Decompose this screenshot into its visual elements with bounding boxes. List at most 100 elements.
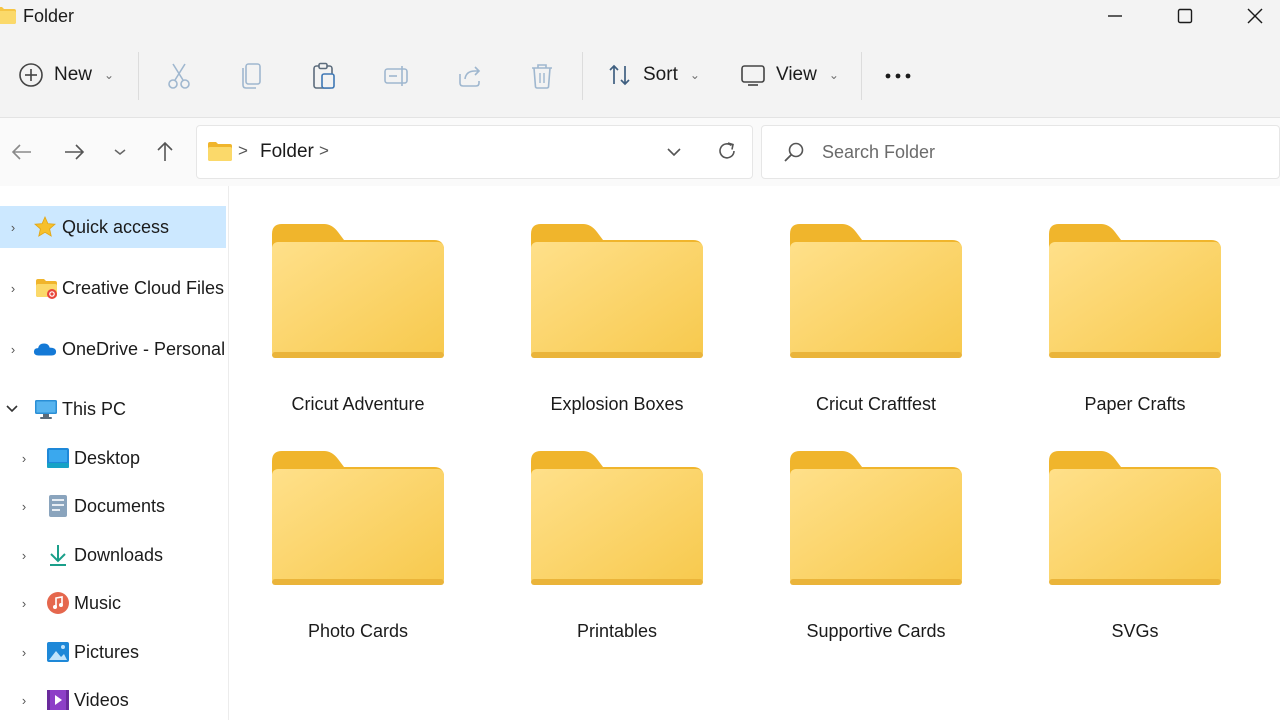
download-icon bbox=[50, 545, 66, 566]
star-icon bbox=[34, 216, 56, 237]
share-icon bbox=[459, 66, 481, 87]
collapse-chevron-icon[interactable] bbox=[5, 402, 19, 416]
folder-name: Printables bbox=[576, 621, 658, 641]
sidebar-item-quick-access[interactable]: › Quick access bbox=[0, 206, 226, 248]
folder-icon bbox=[0, 7, 16, 24]
minimize-button[interactable] bbox=[1080, 0, 1150, 32]
view-button[interactable]: View ⌄ bbox=[740, 32, 839, 118]
breadcrumb-separator[interactable]: > bbox=[319, 141, 329, 161]
creative-cloud-folder-icon bbox=[36, 279, 57, 299]
music-icon bbox=[47, 592, 69, 614]
sidebar-item-downloads[interactable]: › Downloads bbox=[0, 534, 226, 576]
paste-icon bbox=[313, 62, 335, 89]
folder-item[interactable]: Explosion Boxes bbox=[499, 224, 719, 424]
new-button[interactable]: New ⌄ bbox=[18, 32, 114, 118]
sidebar-item-pictures[interactable]: › Pictures bbox=[0, 631, 226, 673]
sidebar-item-videos[interactable]: › Videos bbox=[0, 679, 226, 720]
sidebar-item-label: OneDrive - Personal bbox=[62, 338, 226, 359]
expand-chevron-icon[interactable]: › bbox=[17, 596, 31, 611]
folder-grid: Cricut Adventure Explosion Boxes Cricut … bbox=[229, 186, 1280, 720]
close-button[interactable] bbox=[1220, 0, 1280, 32]
share-button[interactable] bbox=[456, 62, 484, 90]
search-icon bbox=[784, 142, 804, 162]
trash-icon bbox=[532, 64, 552, 89]
address-history-chevron-icon[interactable] bbox=[666, 146, 682, 158]
command-bar: New ⌄ Sort ⌄ View ⌄ bbox=[0, 32, 1280, 118]
folder-item[interactable]: Cricut Adventure bbox=[240, 224, 460, 424]
expand-chevron-icon[interactable]: › bbox=[6, 342, 20, 357]
folder-item[interactable]: Photo Cards bbox=[240, 451, 460, 651]
sidebar-item-onedrive-personal[interactable]: › OneDrive - Personal bbox=[0, 328, 226, 370]
sidebar-item-label: Pictures bbox=[74, 641, 140, 662]
minimize-icon bbox=[1108, 15, 1122, 17]
sidebar-item-music[interactable]: › Music bbox=[0, 582, 226, 624]
refresh-icon[interactable] bbox=[716, 140, 738, 162]
folder-icon bbox=[1049, 224, 1221, 358]
rename-button[interactable] bbox=[383, 62, 411, 90]
maximize-button[interactable] bbox=[1150, 0, 1220, 32]
desktop-icon bbox=[47, 448, 69, 468]
more-icon bbox=[885, 73, 911, 79]
sidebar-item-desktop[interactable]: › Desktop bbox=[0, 437, 226, 479]
expand-chevron-icon[interactable]: › bbox=[6, 281, 20, 296]
chevron-down-icon: ⌄ bbox=[828, 68, 839, 82]
sidebar-item-this-pc[interactable]: This PC bbox=[0, 388, 226, 430]
folder-name: Explosion Boxes bbox=[550, 394, 684, 414]
sort-button[interactable]: Sort ⌄ bbox=[607, 32, 700, 118]
sidebar-item-label: Documents bbox=[74, 495, 166, 516]
folder-name: Paper Crafts bbox=[1084, 394, 1186, 414]
view-label: View bbox=[776, 64, 817, 85]
sidebar-item-label: Creative Cloud Files bbox=[62, 277, 225, 298]
delete-button[interactable] bbox=[528, 62, 556, 90]
folder-item[interactable]: SVGs bbox=[1017, 451, 1237, 651]
sidebar-item-creative-cloud-files[interactable]: › Creative Cloud Files bbox=[0, 267, 226, 309]
maximize-icon bbox=[1177, 8, 1193, 24]
recent-locations-button[interactable] bbox=[106, 138, 134, 166]
folder-icon bbox=[790, 451, 962, 585]
folder-icon bbox=[1049, 451, 1221, 585]
window-title: Folder bbox=[23, 6, 75, 26]
expand-chevron-icon[interactable]: › bbox=[17, 499, 31, 514]
documents-icon bbox=[49, 495, 67, 517]
videos-icon bbox=[47, 690, 69, 710]
sidebar-item-documents[interactable]: › Documents bbox=[0, 485, 226, 527]
sidebar-item-label: Desktop bbox=[74, 447, 141, 468]
folder-item[interactable]: Printables bbox=[499, 451, 719, 651]
folder-item[interactable]: Supportive Cards bbox=[758, 451, 978, 651]
expand-chevron-icon[interactable]: › bbox=[17, 645, 31, 660]
folder-icon bbox=[531, 451, 703, 585]
chevron-down-icon: ⌄ bbox=[104, 68, 115, 82]
arrow-left-icon bbox=[11, 144, 31, 160]
forward-button[interactable] bbox=[60, 138, 88, 166]
folder-icon bbox=[790, 224, 962, 358]
copy-icon bbox=[242, 63, 261, 89]
view-icon bbox=[741, 65, 765, 86]
search-input[interactable] bbox=[822, 138, 1242, 166]
divider bbox=[138, 52, 139, 100]
title-bar: Folder bbox=[0, 0, 1280, 32]
breadcrumb-folder[interactable]: Folder bbox=[260, 141, 314, 163]
copy-button[interactable] bbox=[238, 62, 266, 90]
expand-chevron-icon[interactable]: › bbox=[17, 693, 31, 708]
back-button[interactable] bbox=[8, 138, 36, 166]
folder-icon bbox=[272, 451, 444, 585]
more-button[interactable] bbox=[884, 62, 912, 90]
expand-chevron-icon[interactable]: › bbox=[17, 548, 31, 563]
sidebar-item-label: Music bbox=[74, 592, 122, 613]
divider bbox=[582, 52, 583, 100]
pc-icon bbox=[35, 400, 57, 419]
folder-icon bbox=[531, 224, 703, 358]
folder-name: Photo Cards bbox=[307, 621, 409, 641]
up-button[interactable] bbox=[151, 138, 179, 166]
cut-button[interactable] bbox=[165, 62, 193, 90]
folder-item[interactable]: Cricut Craftfest bbox=[758, 224, 978, 424]
divider bbox=[861, 52, 862, 100]
pictures-icon bbox=[47, 642, 69, 662]
expand-chevron-icon[interactable]: › bbox=[6, 220, 20, 235]
chevron-down-icon: ⌄ bbox=[689, 68, 700, 82]
folder-item[interactable]: Paper Crafts bbox=[1017, 224, 1237, 424]
paste-button[interactable] bbox=[310, 62, 338, 90]
expand-chevron-icon[interactable]: › bbox=[17, 451, 31, 466]
search-box[interactable] bbox=[761, 125, 1280, 179]
address-bar[interactable]: > Folder > bbox=[196, 125, 753, 179]
